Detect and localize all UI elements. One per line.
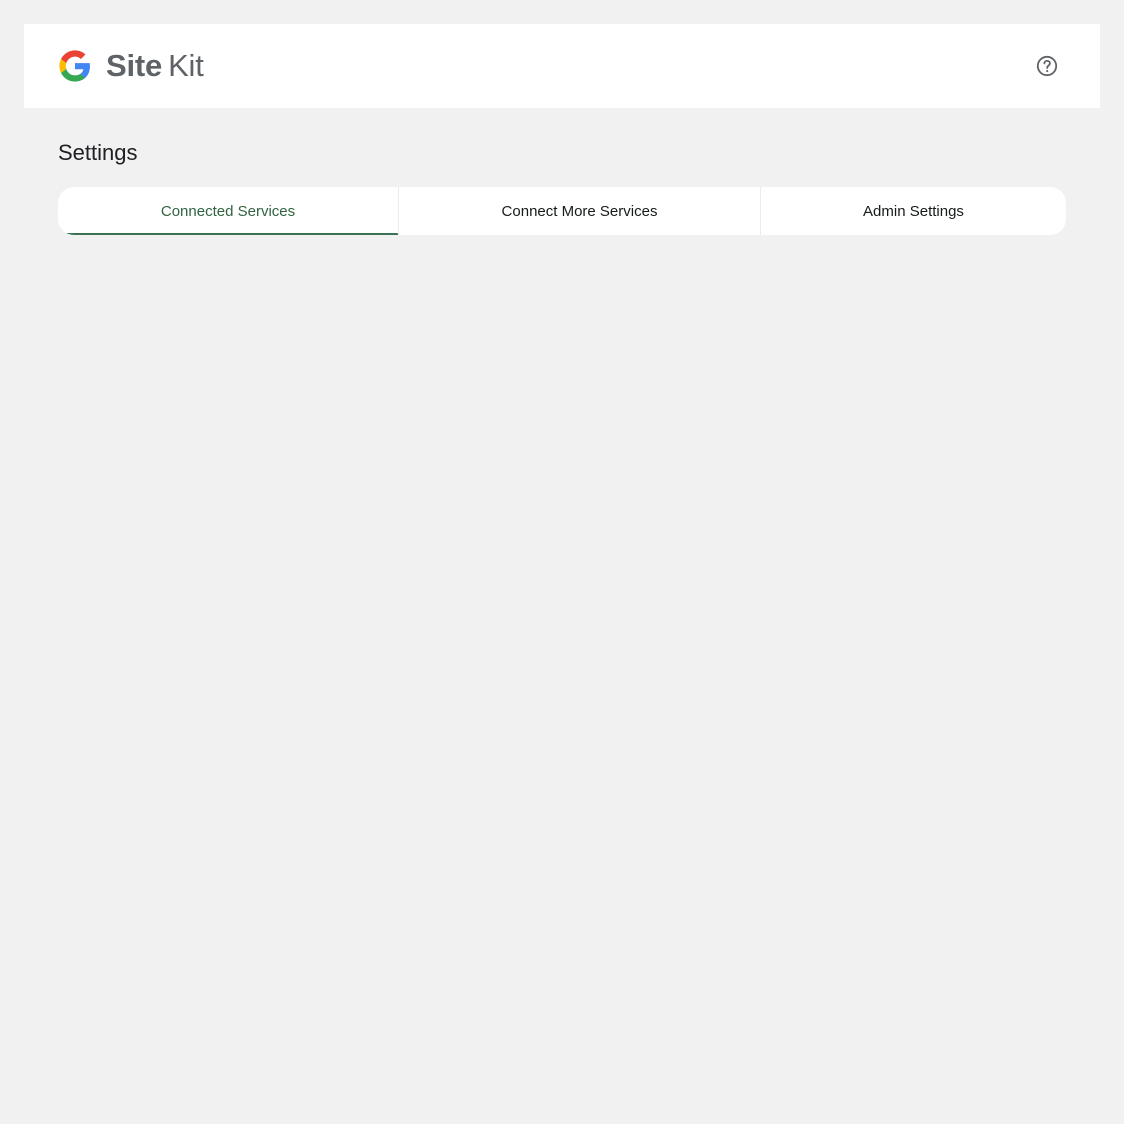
logo-site-text: Site xyxy=(106,48,163,83)
help-circle-icon xyxy=(1036,55,1058,77)
site-kit-logo[interactable]: Site Kit xyxy=(58,48,204,84)
logo-kit-text: Kit xyxy=(168,48,204,83)
tab-connected-services-label: Connected Services xyxy=(160,202,296,220)
tab-connected-services[interactable]: Connected Services xyxy=(58,187,398,235)
active-tab-indicator xyxy=(66,233,398,235)
app-header: Site Kit xyxy=(24,24,1100,108)
tab-admin-settings-label: Admin Settings xyxy=(863,202,964,220)
tab-admin-settings[interactable]: Admin Settings xyxy=(760,187,1066,235)
logo-wordmark: Site Kit xyxy=(106,48,204,84)
settings-tab-bar: Connected Services Connect More Services… xyxy=(58,187,1066,235)
page-title: Settings xyxy=(58,140,138,165)
help-button[interactable] xyxy=(1035,54,1059,78)
tab-connect-more-services[interactable]: Connect More Services xyxy=(398,187,760,235)
tab-connect-more-services-label: Connect More Services xyxy=(501,202,658,220)
google-g-icon xyxy=(59,50,90,82)
